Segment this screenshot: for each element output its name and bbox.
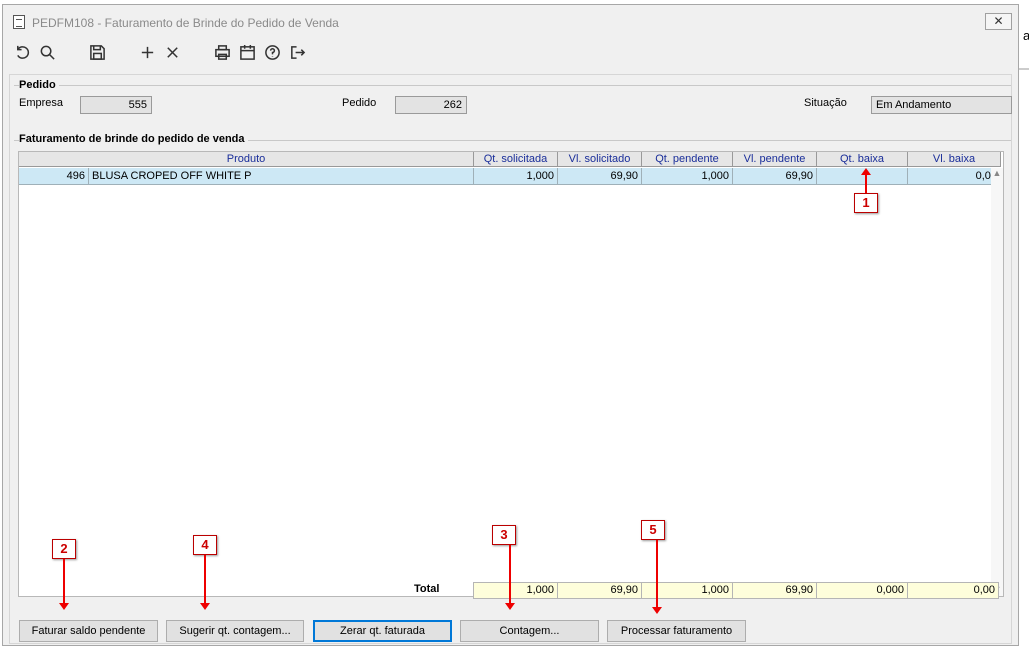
contagem-button[interactable]: Contagem... (460, 620, 599, 642)
help-icon[interactable] (261, 41, 283, 63)
cell-vl-solicitado[interactable]: 69,90 (558, 168, 642, 185)
callout-3: 3 (492, 525, 516, 545)
total-vl-pendente: 69,90 (732, 582, 817, 599)
pedido-field[interactable]: 262 (395, 96, 467, 114)
faturar-saldo-pendente-button[interactable]: Faturar saldo pendente (19, 620, 158, 642)
callout-5-arrow (652, 540, 662, 614)
total-vl-solicitado: 69,90 (557, 582, 642, 599)
scroll-up-icon[interactable]: ▲ (992, 168, 1002, 178)
cell-produto[interactable]: BLUSA CROPED OFF WHITE P (89, 168, 474, 185)
search-icon[interactable] (36, 41, 58, 63)
cell-vl-pendente[interactable]: 69,90 (733, 168, 817, 185)
callout-2-arrow (59, 559, 69, 610)
callout-4: 4 (193, 535, 217, 555)
total-qt-baixa: 0,000 (816, 582, 908, 599)
pedido-legend: Pedido (19, 79, 59, 91)
title-bar: PEDFM108 - Faturamento de Brinde do Pedi… (3, 5, 1018, 38)
total-label: Total (414, 583, 440, 595)
column-header-qt-pendente[interactable]: Qt. pendente (642, 152, 733, 167)
column-header-qt-solicitada[interactable]: Qt. solicitada (474, 152, 558, 167)
cell-vl-baixa[interactable]: 0,00 (908, 168, 1001, 185)
callout-2: 2 (52, 539, 76, 559)
pedido-group (14, 85, 1011, 125)
background-divider (1019, 68, 1029, 70)
cell-qt-pendente[interactable]: 1,000 (642, 168, 733, 185)
total-vl-baixa: 0,00 (907, 582, 999, 599)
column-header-qt-baixa[interactable]: Qt. baixa (817, 152, 908, 167)
close-button[interactable]: ✕ (985, 13, 1012, 30)
save-icon[interactable] (86, 41, 108, 63)
print-icon[interactable] (211, 41, 233, 63)
column-header-vl-pendente[interactable]: Vl. pendente (733, 152, 817, 167)
sugerir-qt-contagem-button[interactable]: Sugerir qt. contagem... (166, 620, 304, 642)
empresa-label: Empresa (19, 97, 64, 109)
cell-qt-solicitada[interactable]: 1,000 (474, 168, 558, 185)
vertical-scrollbar[interactable]: ▲ ▼ (991, 168, 1003, 596)
total-qt-pendente: 1,000 (641, 582, 733, 599)
undo-icon[interactable] (11, 41, 33, 63)
callout-1-arrow (861, 168, 871, 193)
empresa-field[interactable]: 555 (80, 96, 152, 114)
column-header-produto[interactable]: Produto (19, 152, 474, 167)
document-icon (13, 15, 25, 29)
callout-5: 5 (641, 520, 665, 540)
calendar-icon[interactable] (236, 41, 258, 63)
cell-codigo[interactable]: 496 (19, 168, 89, 185)
situacao-field[interactable]: Em Andamento (871, 96, 1012, 114)
pedido-label: Pedido (342, 97, 377, 109)
processar-faturamento-button[interactable]: Processar faturamento (607, 620, 746, 642)
window-title: PEDFM108 - Faturamento de Brinde do Pedi… (32, 16, 339, 30)
total-qt-solicitada: 1,000 (473, 582, 558, 599)
table-row[interactable]: 496 BLUSA CROPED OFF WHITE P 1,000 69,90… (19, 168, 1001, 185)
delete-icon[interactable] (161, 41, 183, 63)
callout-4-arrow (200, 555, 210, 610)
column-header-vl-solicitado[interactable]: Vl. solicitado (558, 152, 642, 167)
exit-icon[interactable] (286, 41, 308, 63)
callout-3-arrow (505, 545, 515, 610)
zerar-qt-faturada-button[interactable]: Zerar qt. faturada (313, 620, 452, 642)
situacao-label: Situação (804, 97, 847, 109)
background-text: a (1023, 28, 1029, 43)
faturamento-legend: Faturamento de brinde do pedido de venda (19, 133, 248, 145)
column-header-vl-baixa[interactable]: Vl. baixa (908, 152, 1001, 167)
add-icon[interactable] (136, 41, 158, 63)
callout-1: 1 (854, 193, 878, 213)
toolbar (3, 38, 1018, 66)
